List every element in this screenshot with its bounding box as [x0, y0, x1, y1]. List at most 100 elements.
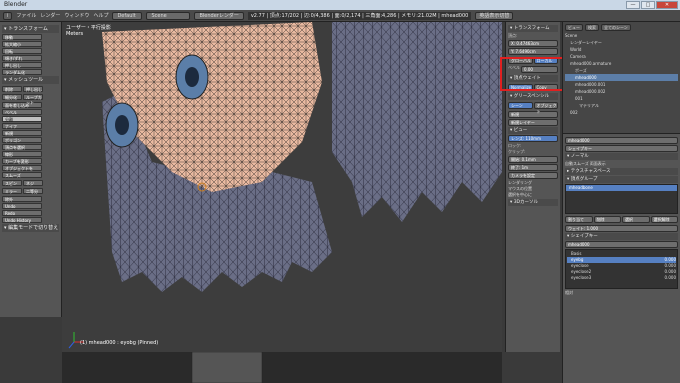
texture-space-header[interactable]: ▸ テクスチャスペース [565, 168, 678, 175]
3d-cursor-header[interactable]: ▾ 3Dカーソル [508, 199, 558, 206]
mirror-button[interactable]: ミラー [2, 188, 22, 194]
outliner-item[interactable]: mhead000.armature [565, 60, 678, 67]
vertex-y-field[interactable]: Y: 7.6490cm [508, 48, 558, 55]
translate-button[interactable]: 移動 [2, 34, 42, 40]
menu-window[interactable]: ウィンドウ [64, 12, 89, 19]
undo-history-button[interactable]: Undo History [2, 217, 42, 223]
vg-assign-button[interactable]: 割り当て [565, 216, 593, 223]
normals-header[interactable]: ▾ ノーマル [565, 153, 678, 160]
vg-select-button[interactable]: 選択 [622, 216, 650, 223]
object-button[interactable]: オブジェクトを [2, 165, 42, 171]
knife-button[interactable]: ナイフ [2, 123, 42, 129]
outliner-item[interactable]: mhead000.001 [565, 81, 678, 88]
shape-keys-header[interactable]: ▾ シェイプキー [565, 233, 678, 240]
outliner-item[interactable]: Scene [565, 32, 678, 39]
scale-button[interactable]: 拡大縮小 [2, 41, 42, 47]
poly-button[interactable]: ポリゴン [2, 137, 42, 143]
outliner-item[interactable]: mhead000 [565, 74, 678, 81]
double-sided-checkbox[interactable]: 両面表示 [590, 161, 606, 167]
auto-smooth-checkbox[interactable]: 自動スムーズ [565, 161, 589, 167]
rotate-button[interactable]: 回転 [2, 48, 42, 54]
window-titlebar: Blender — □ ✕ [0, 0, 680, 10]
vg-deselect-button[interactable]: 選択解除 [650, 216, 678, 223]
outliner-display-select[interactable]: 全てのシーン [601, 23, 631, 31]
timeline-strip[interactable] [62, 352, 502, 383]
render-engine-select[interactable]: Blenderレンダー [194, 11, 244, 20]
extrude-button[interactable]: 押し出し [2, 62, 42, 68]
mesh-data-name[interactable]: mhead000 [565, 137, 678, 144]
vertex-group-list: mheadbone [565, 184, 678, 214]
outliner-item[interactable]: mhead000.002 [565, 88, 678, 95]
extrude-region-button[interactable]: 押し出し [23, 86, 43, 92]
shape-key-lock[interactable]: シェイプキー [565, 145, 678, 152]
view-header[interactable]: ▾ ビュー [508, 127, 558, 134]
curve-deform-button[interactable]: カーブを変形 [2, 158, 42, 164]
3d-viewport[interactable]: ユーザー・平行投影 Meters (1) mhead000 : eyobg (P… [62, 22, 502, 352]
inset-button[interactable]: 面を差し込み [2, 102, 42, 108]
hair-strip-render [191, 352, 263, 383]
subdivide-button[interactable]: 細分化 [2, 94, 22, 100]
bisect-button[interactable]: 二等分 [23, 188, 43, 194]
outliner-item[interactable]: 002 [565, 109, 678, 116]
lens-field[interactable]: レンズ: 110mm [508, 135, 558, 142]
vg-weight-field[interactable]: ウェイト: 1.000 [565, 225, 678, 232]
outliner-search-menu[interactable]: 検索 [585, 23, 599, 31]
menu-file[interactable]: ファイル [16, 12, 36, 19]
delete-button[interactable]: 削除 [2, 86, 22, 92]
screw-button[interactable]: ネジ [23, 180, 43, 186]
set-camera-button[interactable]: カメラを設定 [508, 172, 558, 179]
right-editors: ビュー 検索 全てのシーン Scene レンダーレイヤー World Camer… [562, 22, 680, 383]
grease-pencil-header[interactable]: ▾ グリースペンシル [508, 93, 558, 100]
relative-checkbox[interactable]: 相対 [565, 290, 678, 296]
vg-remove-button[interactable]: 削除 [593, 216, 621, 223]
center-selected-checkbox[interactable]: 選択を中心に [508, 192, 558, 198]
linear-button[interactable]: 線形 [2, 151, 42, 157]
transform-panel-header[interactable]: ▾ トランスフォーム [2, 25, 59, 33]
language-toggle-button[interactable]: 英語表示切替 [475, 11, 514, 20]
redo-button[interactable]: Redo [2, 210, 42, 216]
new-button[interactable]: 新規 [2, 130, 42, 136]
gp-new-layer-button[interactable]: 新規レイヤー [508, 119, 558, 126]
shape-key-object-field[interactable]: mhead000 [565, 241, 678, 248]
editor-type-button[interactable]: i [3, 11, 13, 20]
layout-select[interactable]: Default [112, 11, 143, 20]
bevel-button[interactable]: ベベル [2, 109, 42, 115]
outliner-item[interactable]: ポーズ [565, 67, 678, 74]
remove-button[interactable]: 除外 [2, 196, 42, 202]
close-button[interactable]: ✕ [656, 1, 678, 9]
gp-new-button[interactable]: 新規 [508, 111, 558, 118]
gp-object-button[interactable]: オブジェクト [533, 102, 558, 114]
maximize-button[interactable]: □ [641, 1, 655, 9]
menu-help[interactable]: ヘルプ [93, 12, 108, 19]
outliner: ビュー 検索 全てのシーン Scene レンダーレイヤー World Camer… [563, 22, 680, 134]
spin-button[interactable]: スピン [2, 180, 22, 186]
minimize-button[interactable]: — [626, 1, 640, 9]
outliner-item[interactable]: レンダーレイヤー [565, 39, 678, 46]
undo-button[interactable]: Undo [2, 203, 42, 209]
vertex-label: 頂点: [508, 33, 518, 38]
mesh-tools-header[interactable]: ▾ メッシュツール [2, 76, 59, 84]
outliner-view-menu[interactable]: ビュー [565, 23, 583, 31]
edit-mode-toggle-header[interactable]: ▾ 編集モードで切り替え [2, 224, 59, 232]
vertex-group-item[interactable]: mheadbone [566, 185, 677, 191]
transform-header[interactable]: ▾ トランスフォーム [508, 25, 558, 32]
vertex-groups-header[interactable]: ▾ 頂点グループ [565, 176, 678, 183]
menu-render[interactable]: レンダー [40, 12, 60, 19]
vertex-select-button[interactable]: 頂点を選択 [2, 144, 42, 150]
outliner-item[interactable]: World [565, 46, 678, 53]
shape-key-item[interactable]: eyeclose3 0.000 [567, 275, 676, 281]
clip-label: クリップ: [508, 149, 526, 154]
outliner-item[interactable]: マテリアル [565, 102, 678, 109]
separate-button[interactable]: 分離 [2, 116, 42, 122]
scene-select[interactable]: Scene [146, 11, 191, 20]
vertex-x-field[interactable]: X: 0.47463cm [508, 40, 558, 47]
smooth-button[interactable]: スムーズ [2, 172, 42, 178]
randomize-button[interactable]: ランダム化 [2, 69, 42, 75]
loopcut-button[interactable]: ループカット [23, 94, 43, 105]
clip-start-field[interactable]: 開始: 0.1mm [508, 156, 558, 163]
outliner-item[interactable]: 001 [565, 95, 678, 102]
outliner-item[interactable]: Camera [565, 53, 678, 60]
clip-end-field[interactable]: 終了: 1m [508, 164, 558, 171]
shear-button[interactable]: 傾き/ずれ [2, 55, 42, 61]
gp-scene-button[interactable]: シーン [508, 102, 533, 109]
